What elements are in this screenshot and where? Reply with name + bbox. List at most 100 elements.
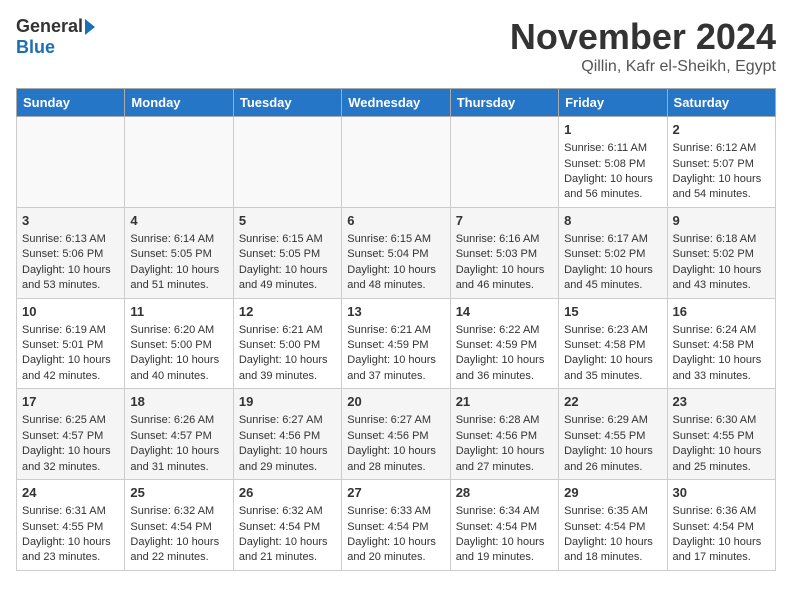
day-info: Sunrise: 6:14 AM — [130, 232, 227, 247]
day-info: Daylight: 10 hours and 17 minutes. — [673, 535, 770, 566]
day-info: Daylight: 10 hours and 25 minutes. — [673, 444, 770, 475]
day-info: Daylight: 10 hours and 40 minutes. — [130, 353, 227, 384]
calendar-cell: 5Sunrise: 6:15 AMSunset: 5:05 PMDaylight… — [233, 207, 341, 298]
header-friday: Friday — [559, 89, 667, 117]
calendar-cell: 13Sunrise: 6:21 AMSunset: 4:59 PMDayligh… — [342, 298, 450, 389]
calendar-cell: 20Sunrise: 6:27 AMSunset: 4:56 PMDayligh… — [342, 389, 450, 480]
day-info: Daylight: 10 hours and 21 minutes. — [239, 535, 336, 566]
day-info: Sunrise: 6:35 AM — [564, 504, 661, 519]
calendar-cell: 15Sunrise: 6:23 AMSunset: 4:58 PMDayligh… — [559, 298, 667, 389]
title-area: November 2024 Qillin, Kafr el-Sheikh, Eg… — [510, 16, 776, 76]
header-sunday: Sunday — [17, 89, 125, 117]
calendar-cell: 14Sunrise: 6:22 AMSunset: 4:59 PMDayligh… — [450, 298, 558, 389]
day-info: Sunrise: 6:21 AM — [239, 323, 336, 338]
day-info: Sunset: 4:54 PM — [347, 520, 444, 535]
calendar-cell: 23Sunrise: 6:30 AMSunset: 4:55 PMDayligh… — [667, 389, 775, 480]
calendar-cell: 30Sunrise: 6:36 AMSunset: 4:54 PMDayligh… — [667, 480, 775, 571]
day-info: Sunset: 4:54 PM — [130, 520, 227, 535]
day-info: Sunset: 5:00 PM — [239, 338, 336, 353]
day-info: Sunset: 4:55 PM — [22, 520, 119, 535]
calendar-cell: 24 Sunrise: 6:31 AMSunset: 4:55 PMDayligh… — [17, 480, 125, 571]
day-info: Sunrise: 6:25 AM — [22, 413, 119, 428]
day-info: Sunset: 4:55 PM — [564, 429, 661, 444]
day-number: 17 — [22, 393, 119, 411]
day-number: 28 — [456, 484, 553, 502]
day-number: 8 — [564, 212, 661, 230]
calendar-cell: 26Sunrise: 6:32 AMSunset: 4:54 PMDayligh… — [233, 480, 341, 571]
day-info: Sunrise: 6:33 AM — [347, 504, 444, 519]
calendar-cell: 29Sunrise: 6:35 AMSunset: 4:54 PMDayligh… — [559, 480, 667, 571]
day-info: Sunset: 4:57 PM — [130, 429, 227, 444]
day-info: Sunrise: 6:36 AM — [673, 504, 770, 519]
header-monday: Monday — [125, 89, 233, 117]
day-number: 23 — [673, 393, 770, 411]
week-row-3: 17Sunrise: 6:25 AMSunset: 4:57 PMDayligh… — [17, 389, 776, 480]
day-info: Sunset: 4:56 PM — [239, 429, 336, 444]
week-row-2: 10Sunrise: 6:19 AMSunset: 5:01 PMDayligh… — [17, 298, 776, 389]
header-tuesday: Tuesday — [233, 89, 341, 117]
calendar-cell: 10Sunrise: 6:19 AMSunset: 5:01 PMDayligh… — [17, 298, 125, 389]
calendar-cell — [450, 117, 558, 208]
calendar-cell: 27Sunrise: 6:33 AMSunset: 4:54 PMDayligh… — [342, 480, 450, 571]
month-title: November 2024 — [510, 16, 776, 58]
day-info: Sunrise: 6:32 AM — [130, 504, 227, 519]
day-info: Sunset: 5:04 PM — [347, 247, 444, 262]
day-info: Sunrise: 6:34 AM — [456, 504, 553, 519]
day-info: Sunset: 4:58 PM — [564, 338, 661, 353]
day-info: Daylight: 10 hours and 26 minutes. — [564, 444, 661, 475]
calendar-cell: 18Sunrise: 6:26 AMSunset: 4:57 PMDayligh… — [125, 389, 233, 480]
day-info: Daylight: 10 hours and 43 minutes. — [673, 263, 770, 294]
day-number: 24 — [22, 484, 119, 502]
logo-arrow-icon — [85, 19, 95, 35]
day-info: Sunrise: 6:20 AM — [130, 323, 227, 338]
day-info: Sunrise: 6:15 AM — [239, 232, 336, 247]
day-info: Sunset: 5:00 PM — [130, 338, 227, 353]
day-info: Sunrise: 6:27 AM — [239, 413, 336, 428]
day-info: Sunrise: 6:11 AM — [564, 141, 661, 156]
day-info: Sunrise: 6:31 AM — [22, 504, 119, 519]
day-number: 26 — [239, 484, 336, 502]
calendar-cell: 12Sunrise: 6:21 AMSunset: 5:00 PMDayligh… — [233, 298, 341, 389]
day-info: Sunrise: 6:13 AM — [22, 232, 119, 247]
day-info: Sunrise: 6:22 AM — [456, 323, 553, 338]
calendar-cell: 22Sunrise: 6:29 AMSunset: 4:55 PMDayligh… — [559, 389, 667, 480]
calendar-cell: 9Sunrise: 6:18 AMSunset: 5:02 PMDaylight… — [667, 207, 775, 298]
day-info: Sunset: 5:02 PM — [673, 247, 770, 262]
calendar-cell: 2Sunrise: 6:12 AMSunset: 5:07 PMDaylight… — [667, 117, 775, 208]
day-info: Sunset: 5:08 PM — [564, 157, 661, 172]
calendar-cell — [342, 117, 450, 208]
day-info: Daylight: 10 hours and 49 minutes. — [239, 263, 336, 294]
day-info: Sunrise: 6:24 AM — [673, 323, 770, 338]
day-info: Sunset: 4:57 PM — [22, 429, 119, 444]
calendar-table: SundayMondayTuesdayWednesdayThursdayFrid… — [16, 88, 776, 571]
day-number: 14 — [456, 303, 553, 321]
day-number: 25 — [130, 484, 227, 502]
location-title: Qillin, Kafr el-Sheikh, Egypt — [510, 58, 776, 76]
day-info: Daylight: 10 hours and 46 minutes. — [456, 263, 553, 294]
day-info: Sunset: 4:54 PM — [456, 520, 553, 535]
day-number: 30 — [673, 484, 770, 502]
day-info: Daylight: 10 hours and 35 minutes. — [564, 353, 661, 384]
day-info: Daylight: 10 hours and 27 minutes. — [456, 444, 553, 475]
calendar-cell: 28Sunrise: 6:34 AMSunset: 4:54 PMDayligh… — [450, 480, 558, 571]
day-number: 5 — [239, 212, 336, 230]
day-info: Daylight: 10 hours and 32 minutes. — [22, 444, 119, 475]
header-saturday: Saturday — [667, 89, 775, 117]
day-info: Sunrise: 6:15 AM — [347, 232, 444, 247]
day-number: 18 — [130, 393, 227, 411]
calendar-cell: 21Sunrise: 6:28 AMSunset: 4:56 PMDayligh… — [450, 389, 558, 480]
day-info: Sunrise: 6:23 AM — [564, 323, 661, 338]
calendar-cell: 7Sunrise: 6:16 AMSunset: 5:03 PMDaylight… — [450, 207, 558, 298]
day-info: Daylight: 10 hours and 23 minutes. — [22, 535, 119, 566]
calendar-cell: 17 Sunrise: 6:25 AMSunset: 4:57 PMDayligh… — [17, 389, 125, 480]
logo-general-text: General — [16, 16, 83, 37]
day-info: Daylight: 10 hours and 42 minutes. — [22, 353, 119, 384]
day-number: 4 — [130, 212, 227, 230]
day-info: Daylight: 10 hours and 56 minutes. — [564, 172, 661, 203]
calendar-cell — [125, 117, 233, 208]
day-number: 27 — [347, 484, 444, 502]
day-info: Daylight: 10 hours and 31 minutes. — [130, 444, 227, 475]
day-info: Sunset: 4:59 PM — [456, 338, 553, 353]
day-info: Daylight: 10 hours and 51 minutes. — [130, 263, 227, 294]
header: General Blue November 2024 Qillin, Kafr … — [16, 16, 776, 76]
